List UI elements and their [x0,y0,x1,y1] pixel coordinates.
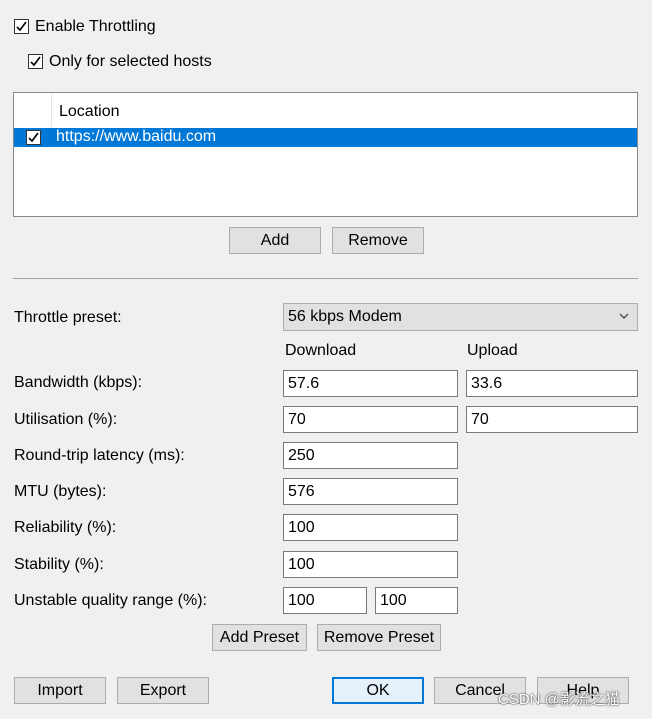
throttle-preset-value: 56 kbps Modem [288,308,402,325]
reliability-label: Reliability (%): [14,519,117,536]
checkmark-icon [16,21,27,32]
latency-label: Round-trip latency (ms): [14,447,185,464]
only-selected-hosts-label[interactable]: Only for selected hosts [49,52,212,72]
bandwidth-download-input[interactable]: 57.6 [283,370,458,397]
unstable-min-input[interactable]: 100 [283,587,367,614]
utilisation-upload-input[interactable]: 70 [466,406,638,433]
latency-input[interactable]: 250 [283,442,458,469]
import-button[interactable]: Import [14,677,106,704]
add-host-button[interactable]: Add [229,227,321,254]
mtu-label: MTU (bytes): [14,483,107,500]
stability-input[interactable]: 100 [283,551,458,578]
watermark-text: CSDN @影流之猫 [498,691,620,708]
bandwidth-label: Bandwidth (kbps): [14,374,143,391]
add-preset-button[interactable]: Add Preset [212,624,307,651]
enable-throttling-label[interactable]: Enable Throttling [35,17,156,37]
ok-button[interactable]: OK [332,677,424,704]
bandwidth-upload-input[interactable]: 33.6 [466,370,638,397]
stability-label: Stability (%): [14,556,104,573]
chevron-down-icon [619,313,629,319]
export-button[interactable]: Export [117,677,209,704]
download-header: Download [285,342,357,359]
utilisation-download-input[interactable]: 70 [283,406,458,433]
remove-host-button[interactable]: Remove [332,227,424,254]
hosts-list[interactable]: Location https://www.baidu.com [13,92,638,217]
enable-throttling-checkbox[interactable] [14,19,29,34]
mtu-input[interactable]: 576 [283,478,458,505]
throttle-preset-label: Throttle preset: [14,309,122,326]
checkmark-icon [28,132,39,143]
remove-preset-button[interactable]: Remove Preset [317,624,441,651]
throttle-preset-select[interactable]: 56 kbps Modem [283,303,638,331]
upload-header: Upload [467,342,518,359]
section-divider [13,278,638,279]
utilisation-label: Utilisation (%): [14,411,118,428]
column-separator [51,93,52,127]
reliability-input[interactable]: 100 [283,514,458,541]
unstable-max-input[interactable]: 100 [375,587,458,614]
host-row-checkbox[interactable] [26,130,41,145]
location-column-header[interactable]: Location [59,102,120,122]
only-selected-hosts-checkbox[interactable] [28,54,43,69]
checkmark-icon [30,56,41,67]
host-url: https://www.baidu.com [56,128,217,145]
unstable-range-label: Unstable quality range (%): [14,592,207,609]
table-row[interactable]: https://www.baidu.com [14,128,637,147]
